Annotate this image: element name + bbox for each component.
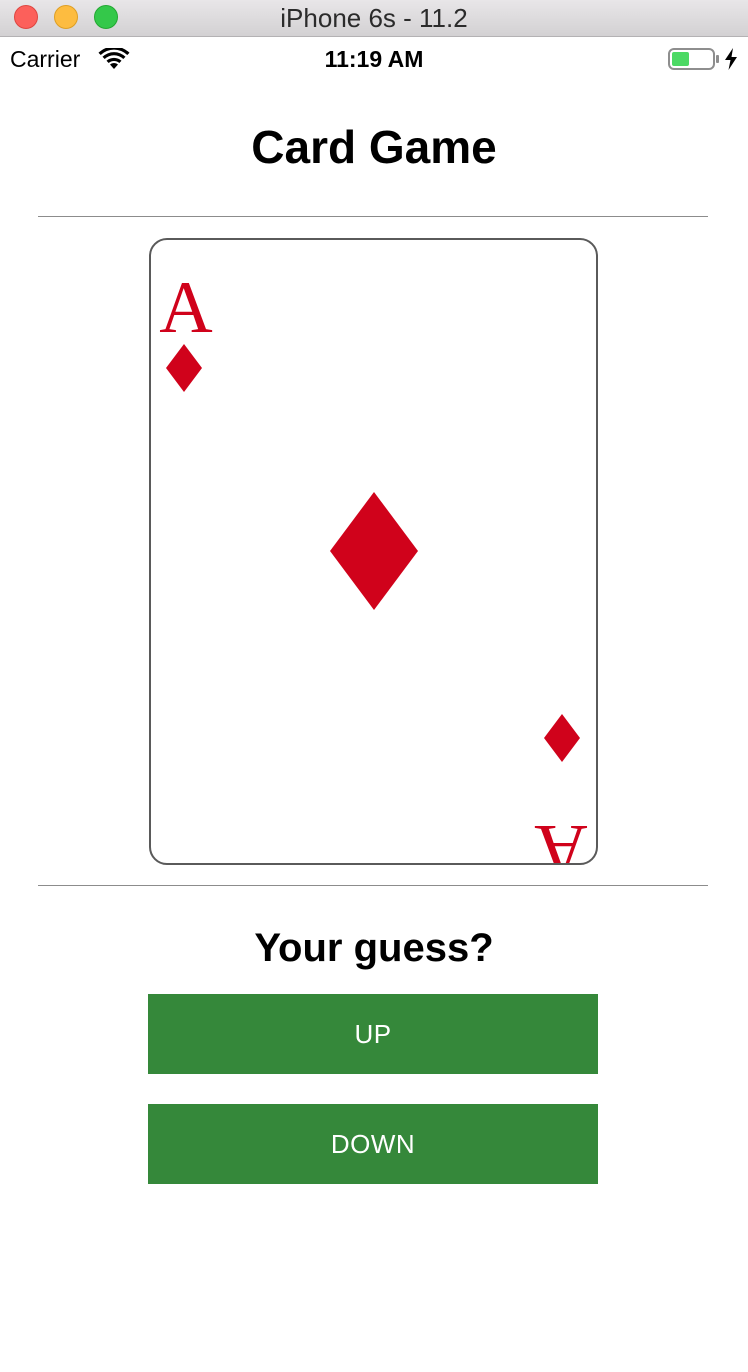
diamond-center-icon <box>330 492 418 610</box>
up-button[interactable]: UP <box>148 994 598 1074</box>
card-rank-top: A <box>159 267 212 349</box>
simulator-window: iPhone 6s - 11.2 Carrier 11:19 AM Card G… <box>0 0 748 1372</box>
status-bar: Carrier 11:19 AM <box>0 37 748 81</box>
battery-icon <box>668 48 719 70</box>
window-titlebar: iPhone 6s - 11.2 <box>0 0 748 37</box>
window-title: iPhone 6s - 11.2 <box>280 3 468 33</box>
top-divider <box>38 216 708 217</box>
playing-card: A A <box>149 238 598 865</box>
page-title: Card Game <box>251 121 497 173</box>
card-rank-bottom: A <box>534 809 587 863</box>
bolt-icon <box>725 48 737 70</box>
diamond-bottom-icon <box>544 714 580 762</box>
guess-prompt: Your guess? <box>254 926 494 970</box>
diamond-icon <box>166 344 202 392</box>
card-face: A A <box>159 267 587 863</box>
down-button[interactable]: DOWN <box>148 1104 598 1184</box>
bottom-divider <box>38 885 708 886</box>
status-clock: 11:19 AM <box>324 46 424 72</box>
